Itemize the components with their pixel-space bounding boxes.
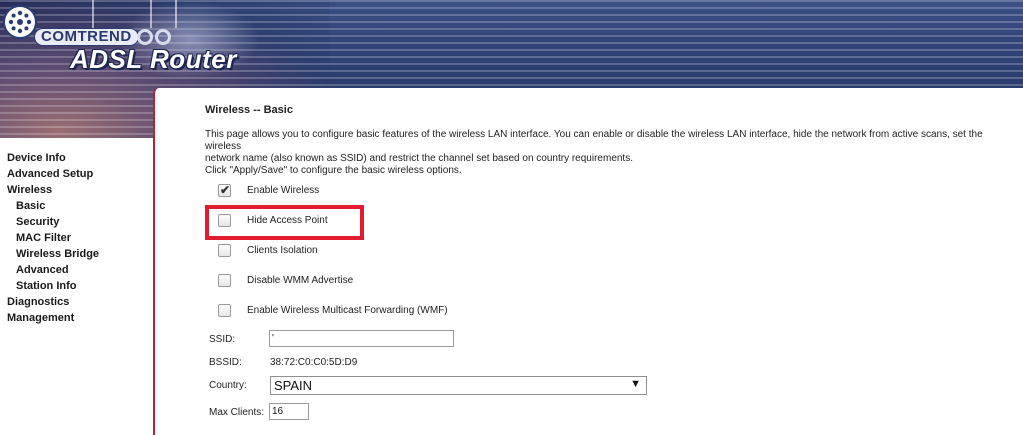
sidebar-item-basic[interactable]: Basic	[16, 200, 45, 212]
sidebar-item-advanced-setup[interactable]: Advanced Setup	[7, 168, 93, 180]
sidebar-item-advanced[interactable]: Advanced	[16, 264, 69, 276]
sidebar-item-diagnostics[interactable]: Diagnostics	[7, 296, 69, 308]
sidebar-item-station-info[interactable]: Station Info	[16, 280, 77, 292]
checkmark-icon: ✔	[220, 183, 231, 197]
hide-access-point-checkbox[interactable]	[218, 214, 231, 227]
main-content: Wireless -- Basic This page allows you t…	[205, 0, 1023, 435]
sidebar-item-management[interactable]: Management	[7, 312, 74, 324]
bssid-value: 38:72:C0:C0:5D:D9	[270, 357, 358, 368]
bssid-label: BSSID:	[209, 357, 242, 368]
sidebar-item-wireless-bridge[interactable]: Wireless Bridge	[16, 248, 99, 260]
country-selected-value: SPAIN	[274, 378, 313, 393]
clients-isolation-label: Clients Isolation	[247, 245, 318, 256]
country-select[interactable]: SPAIN ▼	[270, 376, 647, 395]
ssid-label: SSID:	[209, 334, 236, 345]
wmf-checkbox[interactable]	[218, 304, 231, 317]
hide-access-point-label: Hide Access Point	[247, 215, 328, 226]
disable-wmm-checkbox[interactable]	[218, 274, 231, 287]
wmf-label: Enable Wireless Multicast Forwarding (WM…	[247, 305, 448, 316]
logo-icon	[3, 5, 37, 39]
clients-isolation-checkbox[interactable]	[218, 244, 231, 257]
dropdown-arrow-icon: ▼	[630, 378, 641, 390]
sidebar-item-device-info[interactable]: Device Info	[7, 152, 66, 164]
sidebar-item-mac-filter[interactable]: MAC Filter	[16, 232, 71, 244]
max-clients-label: Max Clients:	[209, 407, 265, 418]
country-label: Country:	[209, 380, 247, 391]
sidebar-item-wireless[interactable]: Wireless	[7, 184, 52, 196]
page-description: This page allows you to configure basic …	[205, 129, 983, 176]
ssid-input[interactable]: '	[269, 330, 454, 347]
page-title: Wireless -- Basic	[205, 104, 293, 116]
max-clients-input[interactable]: 16	[269, 403, 309, 420]
disable-wmm-label: Disable WMM Advertise	[247, 275, 354, 286]
sidebar-item-security[interactable]: Security	[16, 216, 59, 228]
enable-wireless-label: Enable Wireless	[247, 185, 320, 196]
enable-wireless-checkbox[interactable]: ✔	[218, 183, 231, 197]
